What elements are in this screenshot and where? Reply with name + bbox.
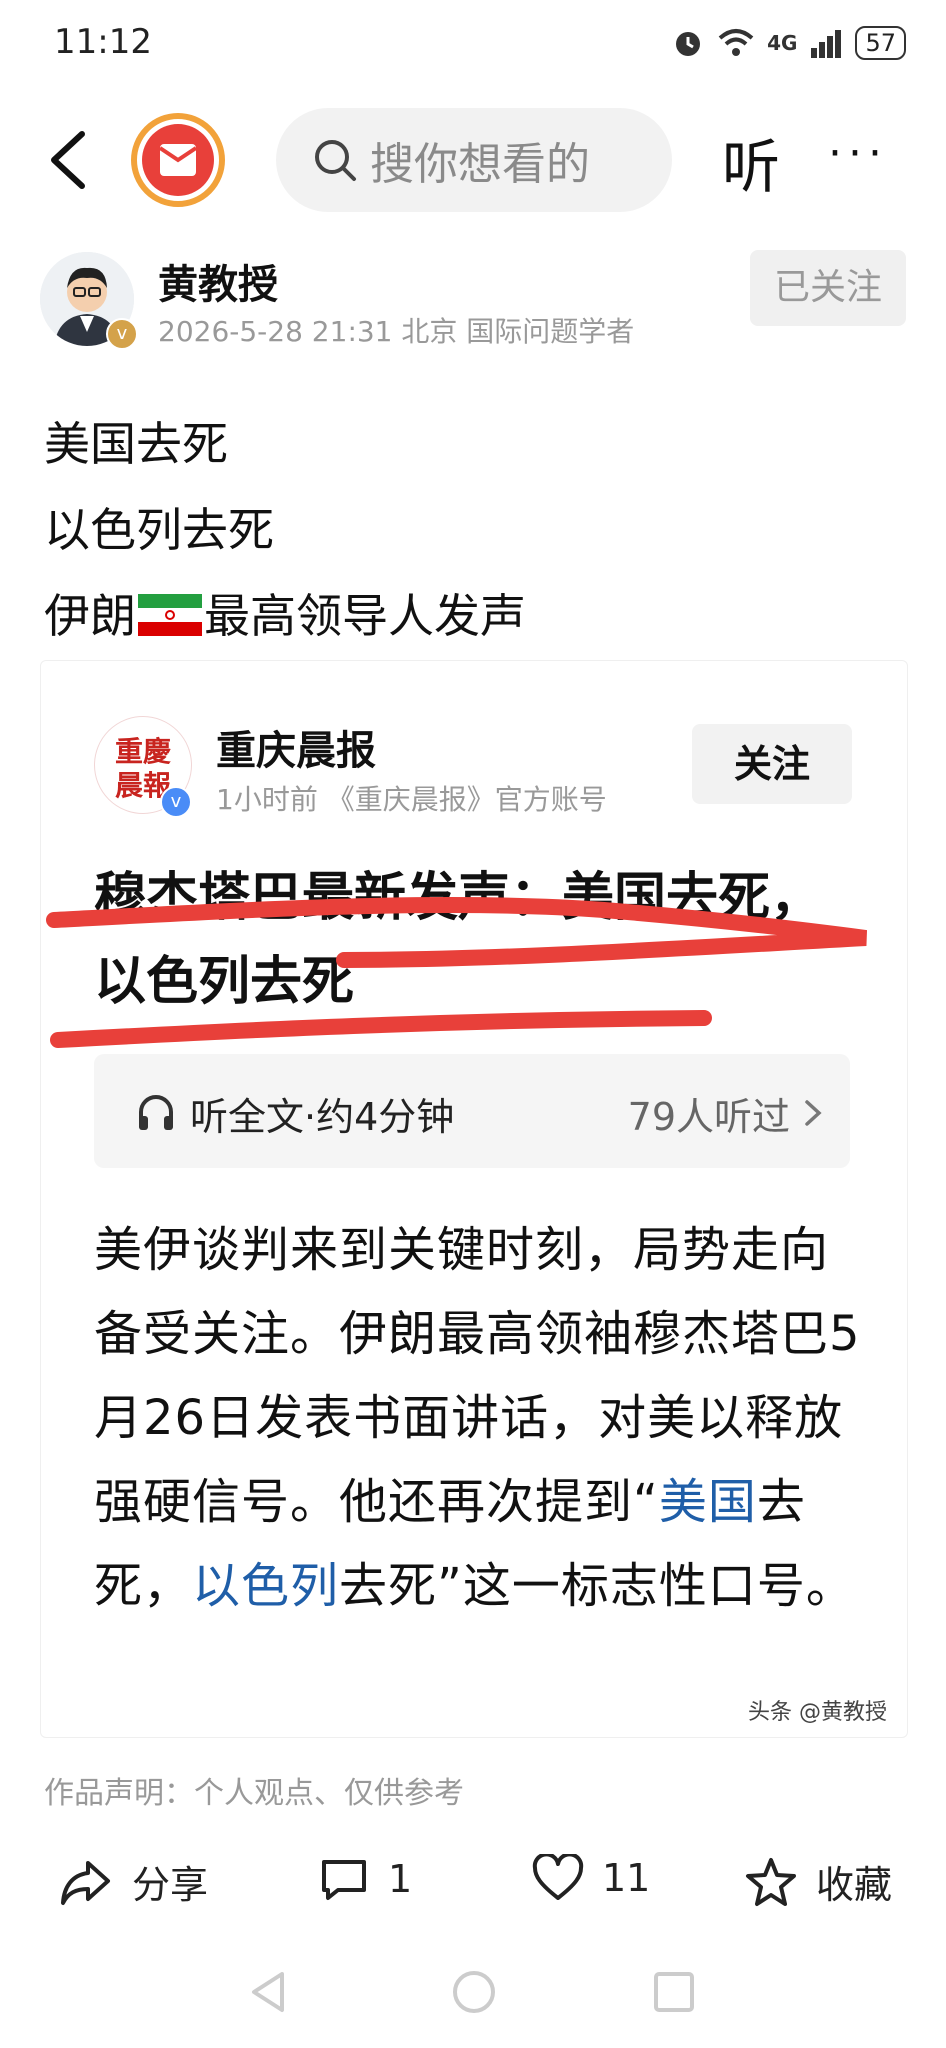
post-line-3-end: 最高领导人发声	[204, 589, 526, 643]
search-icon	[315, 140, 356, 181]
iran-flag-icon	[138, 594, 202, 636]
author-meta: 2026-5-28 21:31 北京 国际问题学者	[158, 315, 635, 348]
like-count: 11	[602, 1856, 651, 1900]
verified-badge: v	[106, 318, 138, 350]
article-excerpt: 美伊谈判来到关键时刻，局势走向备受关注。伊朗最高领袖穆杰塔巴5月26日发表书面讲…	[94, 1208, 864, 1628]
comment-button[interactable]: 1	[318, 1854, 412, 1904]
alarm-icon	[676, 32, 701, 56]
status-time: 11:12	[54, 22, 152, 62]
post-line-3: 伊朗 最高领导人发声	[44, 580, 526, 646]
author-name[interactable]: 黄教授	[158, 252, 278, 310]
signal-icon	[811, 30, 842, 58]
post-line-1: 美国去死	[44, 417, 228, 471]
followed-button[interactable]: 已关注	[750, 250, 906, 326]
like-button[interactable]: 11	[532, 1854, 650, 1902]
article-link-israel[interactable]: 以色列	[192, 1558, 339, 1614]
status-bar: 11:12 4G 57	[0, 0, 946, 90]
article-link-usa[interactable]: 美国	[659, 1474, 757, 1530]
follow-button[interactable]: 关注	[692, 724, 852, 804]
listen-full-text-bar[interactable]: 听全文·约4分钟 79人听过	[94, 1054, 850, 1168]
collect-button[interactable]: 收藏	[744, 1854, 892, 1909]
system-back-icon[interactable]	[246, 1968, 290, 2016]
watermark: 头条 @黄教授	[748, 1700, 887, 1725]
search-placeholder: 搜你想看的	[370, 139, 590, 190]
comment-icon	[322, 1860, 366, 1900]
search-box[interactable]: 搜你想看的	[276, 108, 672, 212]
status-icons: 4G 57	[671, 26, 906, 60]
star-icon	[746, 1857, 796, 1906]
battery-indicator: 57	[855, 26, 906, 60]
collect-label: 收藏	[816, 1863, 893, 1907]
post-line-3-start: 伊朗	[44, 589, 136, 643]
more-options-button[interactable]: ···	[828, 128, 888, 179]
listen-duration: 听全文·约4分钟	[190, 1095, 455, 1139]
listen-button[interactable]: 听	[722, 120, 780, 204]
post-line-2: 以色列去死	[44, 503, 274, 557]
svg-text:重慶: 重慶	[115, 735, 171, 768]
back-arrow-icon[interactable]	[44, 128, 92, 192]
verified-badge-paper: v	[160, 786, 192, 818]
listen-count: 79人听过	[627, 1095, 790, 1139]
network-label: 4G	[767, 31, 798, 55]
newspaper-name[interactable]: 重庆晨报	[216, 718, 376, 776]
share-button[interactable]: 分享	[58, 1854, 208, 1909]
newspaper-meta: 1小时前 《重庆晨报》官方账号	[216, 783, 607, 816]
chevron-right-icon	[805, 1100, 822, 1126]
system-recents-icon[interactable]	[652, 1968, 696, 2016]
heart-icon	[532, 1854, 584, 1900]
article-text-3: 去死”这一标志性口号。	[339, 1558, 855, 1614]
red-envelope-logo[interactable]	[130, 112, 226, 208]
wifi-icon	[718, 29, 754, 56]
system-home-icon[interactable]	[450, 1968, 498, 2016]
work-disclaimer: 作品声明：个人观点、仅供参考	[44, 1776, 464, 1811]
headphones-icon	[139, 1095, 173, 1130]
share-icon	[61, 1860, 110, 1905]
share-label: 分享	[132, 1863, 209, 1907]
comment-count: 1	[388, 1857, 413, 1901]
